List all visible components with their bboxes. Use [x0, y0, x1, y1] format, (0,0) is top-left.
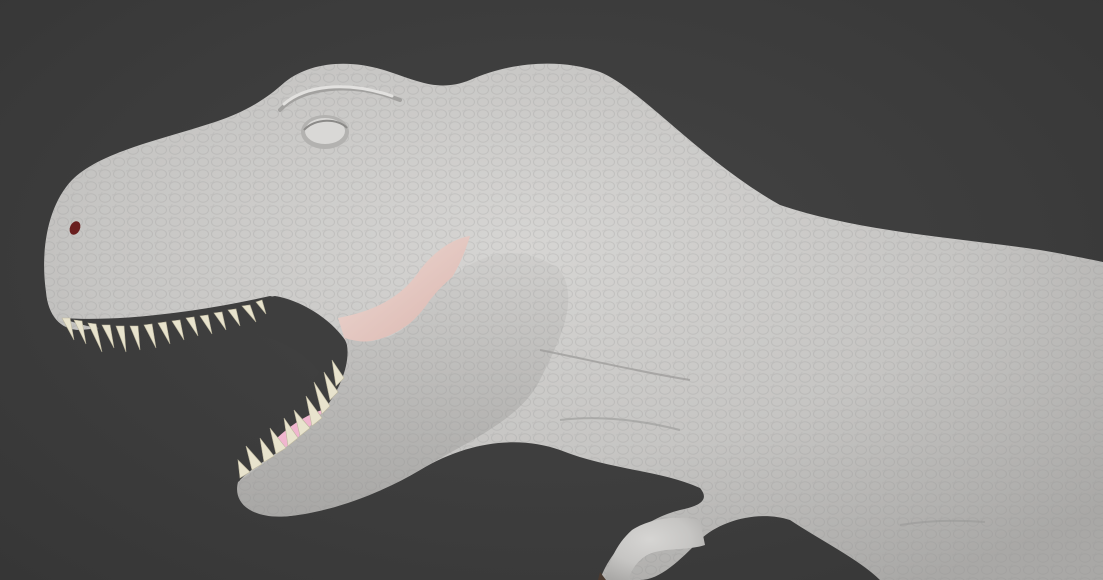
eye: [301, 115, 349, 149]
3d-viewport[interactable]: [0, 0, 1103, 580]
tyrannosaurus-sculpt-render: [44, 63, 1103, 580]
